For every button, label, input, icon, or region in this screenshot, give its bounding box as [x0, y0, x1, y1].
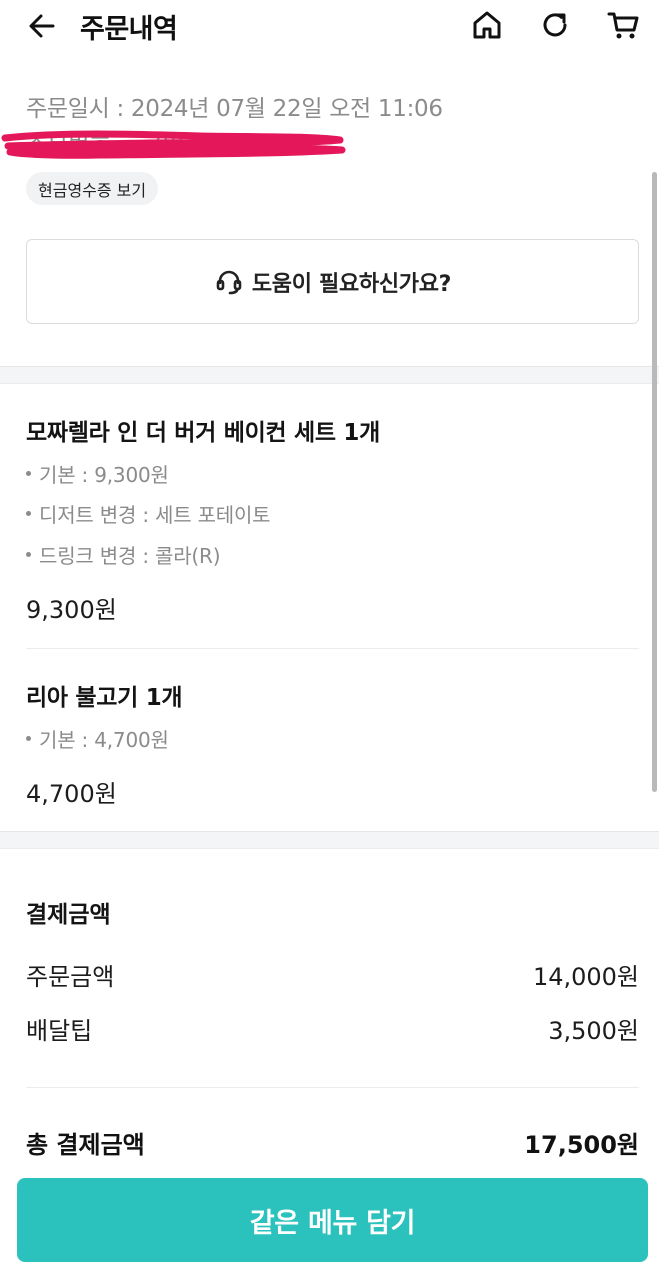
home-button[interactable]: [467, 5, 507, 45]
redaction-scribble: [1, 130, 346, 159]
item-price: 4,700원: [26, 780, 117, 808]
add-same-menu-button[interactable]: 같은 메뉴 담기: [17, 1178, 648, 1262]
page-title: 주문내역: [80, 14, 178, 45]
cash-receipt-button[interactable]: 현금영수증 보기: [26, 172, 159, 205]
refresh-icon: [543, 13, 567, 37]
item-option: 드링크 변경 : 콜라(R): [26, 540, 221, 569]
help-label: 도움이 필요하신가요?: [251, 271, 452, 297]
order-amount-value: 14,000원: [532, 963, 639, 991]
header: 주문내역: [0, 0, 659, 52]
item-divider: [26, 648, 639, 649]
back-button[interactable]: [22, 8, 62, 44]
delivery-tip-label: 배달팁: [26, 1017, 93, 1045]
cart-icon: [607, 12, 639, 39]
total-amount-label: 총 결제금액: [26, 1131, 145, 1159]
item-option: 디저트 변경 : 세트 포테이토: [26, 499, 271, 528]
back-arrow-icon: [29, 14, 55, 38]
cart-button[interactable]: [603, 5, 643, 45]
payment-title: 결제금액: [26, 902, 111, 928]
item-name: 리아 불고기 1개: [26, 685, 183, 711]
total-amount-value: 17,500원: [524, 1131, 639, 1159]
payment-divider: [26, 1087, 639, 1088]
item-option: 기본 : 4,700원: [26, 724, 169, 753]
delivery-tip-value: 3,500원: [548, 1017, 639, 1045]
headset-icon: [216, 270, 242, 294]
refresh-button[interactable]: [535, 5, 575, 45]
item-option: 기본 : 9,300원: [26, 459, 169, 488]
section-divider: [0, 831, 659, 849]
home-icon: [473, 11, 501, 39]
help-button[interactable]: 도움이 필요하신가요?: [26, 239, 639, 324]
scrollbar[interactable]: [652, 172, 657, 792]
order-detail-page: 주문내역 주문일시 : 2024년 07월 22일 오전 11:06 주문번호 …: [0, 0, 659, 1269]
section-divider: [0, 366, 659, 384]
order-date: 주문일시 : 2024년 07월 22일 오전 11:06: [26, 96, 443, 122]
item-price: 9,300원: [26, 596, 117, 624]
item-name: 모짜렐라 인 더 버거 베이컨 세트 1개: [26, 420, 380, 446]
order-amount-label: 주문금액: [26, 963, 115, 991]
